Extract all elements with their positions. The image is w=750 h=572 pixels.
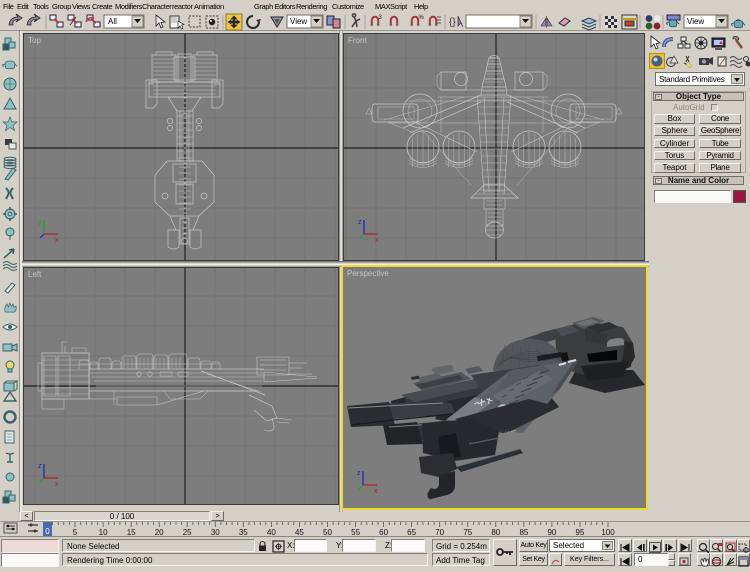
svg-text:5: 5: [73, 528, 78, 537]
svg-text:All: All: [108, 17, 117, 26]
svg-text:65: 65: [407, 528, 416, 537]
svg-text:View: View: [290, 17, 307, 26]
svg-text:0: 0: [45, 527, 50, 536]
svg-text:3: 3: [379, 15, 383, 21]
svg-text:y: y: [38, 219, 42, 226]
svg-text:30: 30: [211, 528, 220, 537]
svg-text:55: 55: [351, 528, 360, 537]
svg-text:60: 60: [379, 528, 388, 537]
svg-text:%: %: [419, 15, 425, 21]
svg-text:z: z: [38, 463, 42, 470]
svg-text:z: z: [358, 219, 362, 226]
svg-text:45: 45: [295, 528, 304, 537]
svg-text:x: x: [55, 481, 59, 488]
svg-text:75: 75: [463, 528, 472, 537]
svg-text:85: 85: [519, 528, 528, 537]
svg-text:35: 35: [239, 528, 248, 537]
svg-text:40: 40: [267, 528, 276, 537]
svg-text:90: 90: [547, 528, 556, 537]
svg-text:x: x: [374, 488, 378, 495]
svg-text:x: x: [55, 237, 59, 244]
svg-text:70: 70: [435, 528, 444, 537]
svg-text:x: x: [375, 237, 379, 244]
svg-text:50: 50: [323, 528, 332, 537]
svg-text:100: 100: [601, 528, 615, 537]
svg-text:15: 15: [127, 528, 136, 537]
svg-text:95: 95: [576, 528, 585, 537]
svg-text:View: View: [687, 17, 704, 26]
svg-text:z: z: [357, 470, 361, 477]
svg-text:80: 80: [491, 528, 500, 537]
svg-text:{}: {}: [449, 17, 456, 28]
svg-text:10: 10: [99, 528, 108, 537]
svg-text:25: 25: [183, 528, 192, 537]
svg-text:20: 20: [155, 528, 164, 537]
